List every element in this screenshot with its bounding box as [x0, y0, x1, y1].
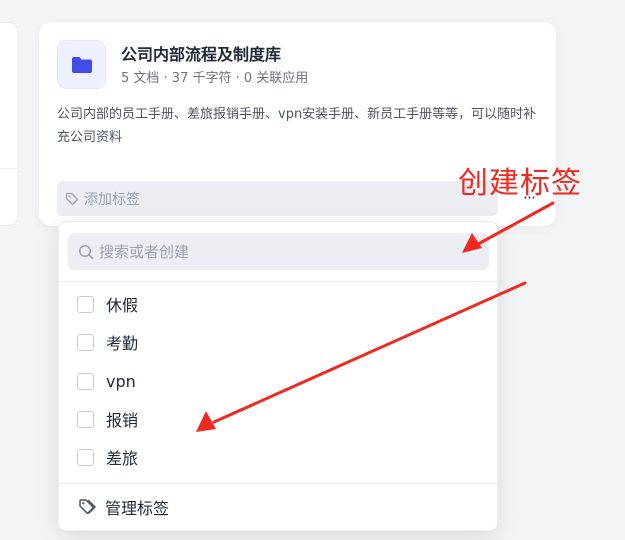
- annotation-arrow: [196, 281, 527, 432]
- annotation-arrow: [462, 201, 555, 253]
- annotation-arrows: [196, 201, 555, 432]
